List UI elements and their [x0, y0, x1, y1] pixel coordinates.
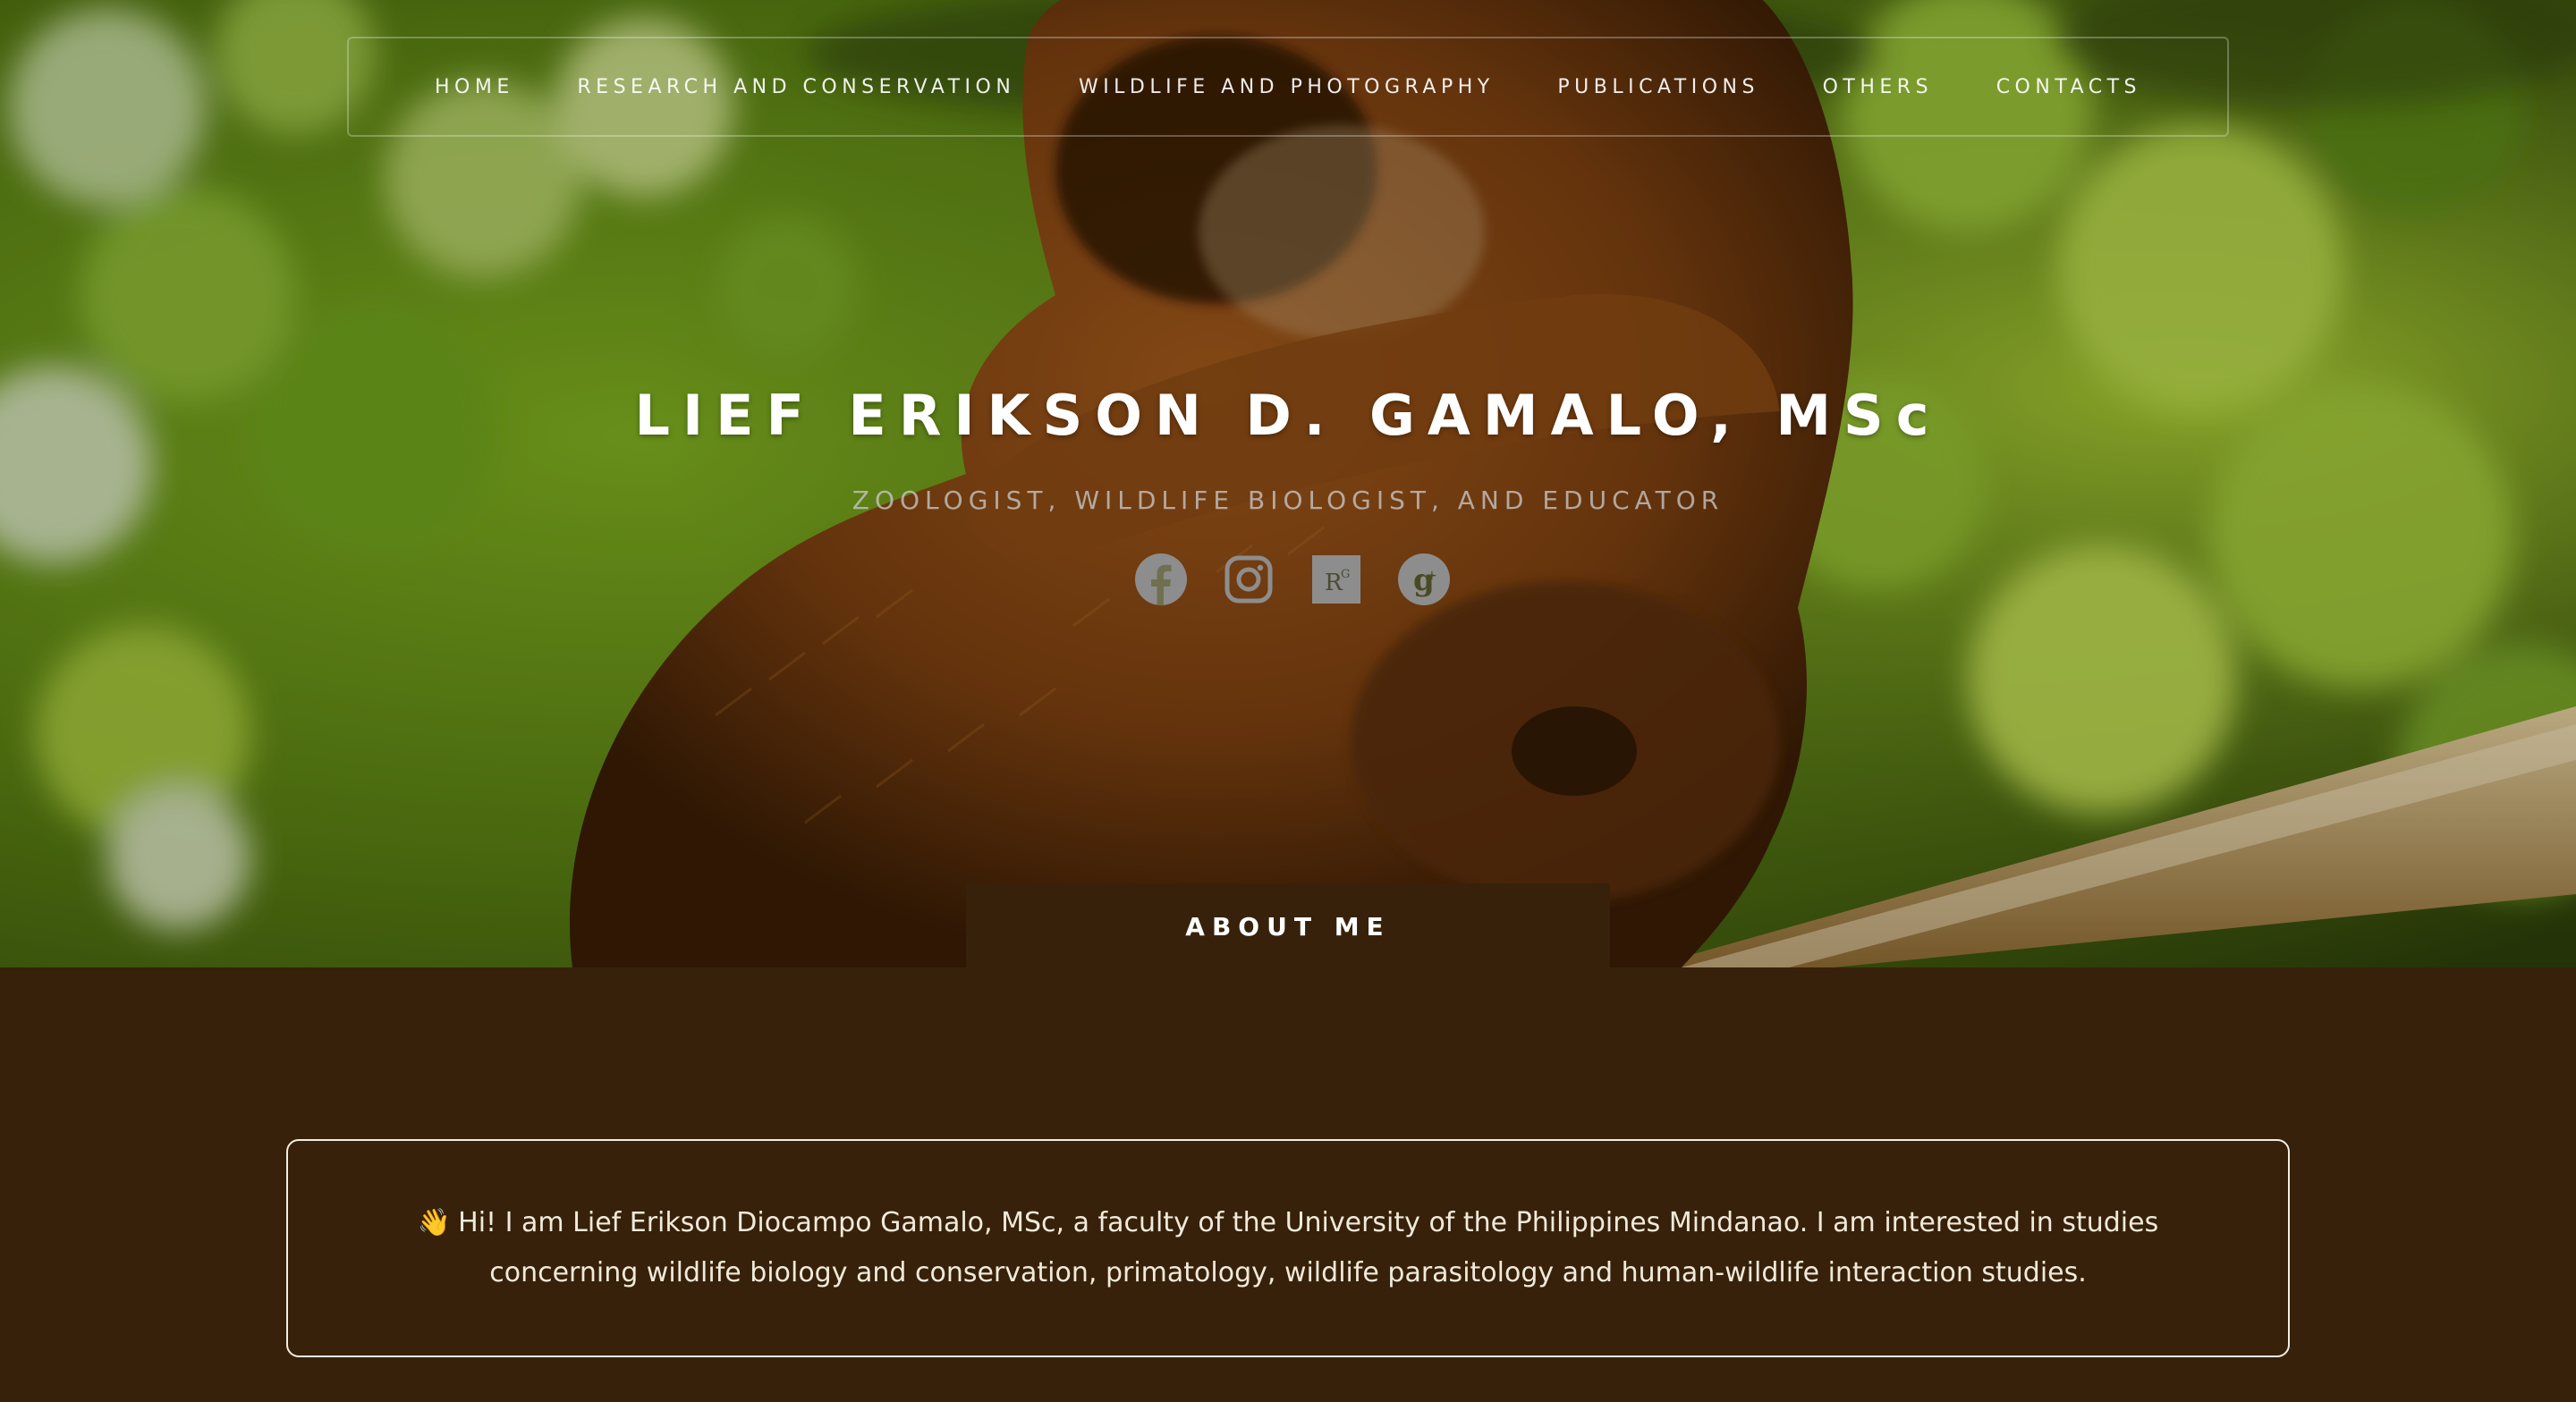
nav-home[interactable]: HOME: [435, 76, 514, 98]
researchgate-icon: R G: [1312, 555, 1360, 604]
nav-others[interactable]: OTHERS: [1823, 76, 1933, 98]
facebook-link[interactable]: [1134, 553, 1188, 606]
page-title: LIEF ERIKSON D. GAMALO, MSc: [634, 383, 1942, 448]
nav-research-and-conservation[interactable]: RESEARCH AND CONSERVATION: [577, 76, 1015, 98]
intro-paragraph: 👋 Hi! I am Lief Erikson Diocampo Gamalo, …: [351, 1198, 2225, 1298]
intro-text: Hi! I am Lief Erikson Diocampo Gamalo, M…: [458, 1207, 2159, 1288]
instagram-icon: [1224, 555, 1273, 604]
waving-hand-icon: 👋: [417, 1207, 452, 1238]
svg-text:+: +: [1427, 569, 1437, 583]
instagram-link[interactable]: [1222, 553, 1275, 606]
researchgate-link[interactable]: R G: [1309, 553, 1363, 606]
svg-text:G: G: [1341, 568, 1350, 581]
facebook-icon: [1135, 553, 1187, 606]
social-links: R G g +: [0, 553, 2576, 606]
google-scholar-link[interactable]: g +: [1397, 553, 1451, 606]
hero-section: HOME RESEARCH AND CONSERVATION WILDLIFE …: [0, 0, 2576, 967]
hero-background-image: [0, 0, 2576, 967]
page-subtitle: ZOOLOGIST, WILDLIFE BIOLOGIST, AND EDUCA…: [852, 486, 1724, 515]
main-nav: HOME RESEARCH AND CONSERVATION WILDLIFE …: [347, 37, 2229, 137]
nav-wildlife-and-photography[interactable]: WILDLIFE AND PHOTOGRAPHY: [1079, 76, 1495, 98]
nav-publications[interactable]: PUBLICATIONS: [1557, 76, 1759, 98]
about-me-tab[interactable]: ABOUT ME: [966, 883, 1610, 992]
google-scholar-icon: g +: [1398, 553, 1450, 605]
intro-card: 👋 Hi! I am Lief Erikson Diocampo Gamalo, …: [286, 1139, 2290, 1357]
nav-contacts[interactable]: CONTACTS: [1996, 76, 2141, 98]
